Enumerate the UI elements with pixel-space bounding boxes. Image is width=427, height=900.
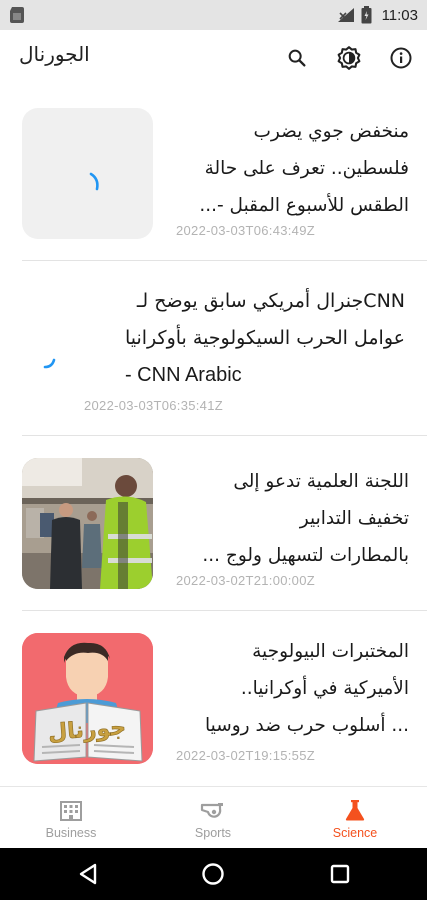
article-card[interactable]: جورنال المختبرات البيولوجية الأميركية في… bbox=[0, 611, 427, 786]
recents-button[interactable] bbox=[326, 860, 354, 888]
article-thumbnail-image bbox=[22, 458, 153, 589]
article-title-line: الطقس للأسبوع المقبل -... bbox=[199, 195, 409, 216]
article-title-line: ... أسلوب حرب ضد روسيا bbox=[205, 715, 409, 736]
article-thumbnail-image: جورنال bbox=[22, 633, 153, 764]
sim-card-icon bbox=[10, 7, 24, 23]
nav-item-sports[interactable]: Sports bbox=[142, 787, 284, 849]
article-title-line: - CNN Arabic bbox=[124, 364, 242, 386]
article-title: CNNجنرال أمريكي سابق يوضح لـ عوامل الحرب… bbox=[125, 283, 405, 394]
system-navigation-bar bbox=[0, 848, 427, 900]
nav-item-business[interactable]: Business bbox=[0, 787, 142, 849]
status-time: 11:03 bbox=[381, 6, 418, 24]
search-button[interactable] bbox=[281, 42, 313, 74]
article-title-line: فلسطين.. تعرف على حالة bbox=[204, 158, 409, 179]
article-title: المختبرات البيولوجية الأميركية في أوكران… bbox=[205, 633, 409, 744]
nav-label: Business bbox=[45, 826, 97, 840]
building-icon bbox=[60, 801, 82, 821]
article-title-line: منخفض جوي يضرب bbox=[253, 121, 409, 142]
home-icon bbox=[202, 863, 224, 885]
app-title: الجورنال bbox=[19, 42, 90, 66]
flask-icon bbox=[345, 800, 365, 821]
nav-label: Sports bbox=[194, 826, 232, 840]
back-icon bbox=[79, 863, 97, 885]
battery-icon bbox=[361, 6, 372, 24]
newspaper-reader-logo: جورنال bbox=[22, 633, 153, 764]
article-title-line: الأميركية في أوكرانيا.. bbox=[240, 678, 409, 699]
app-bar: الجورنال bbox=[0, 30, 427, 86]
status-bar: 11:03 bbox=[0, 0, 427, 30]
article-card[interactable]: منخفض جوي يضرب فلسطين.. تعرف على حالة ال… bbox=[0, 86, 427, 261]
article-date: 2022-03-02T19:15:55Z bbox=[176, 748, 315, 763]
article-thumbnail-loading bbox=[22, 108, 153, 239]
info-button[interactable] bbox=[385, 42, 417, 74]
loading-spinner-icon bbox=[89, 172, 99, 191]
airport-photo bbox=[22, 458, 153, 589]
bottom-navigation: Business Sports Science bbox=[0, 786, 427, 848]
nav-label: Science bbox=[332, 826, 378, 840]
article-title-line: بالمطارات لتسهيل ولوج ... bbox=[202, 545, 409, 566]
whistle-icon bbox=[200, 803, 223, 818]
article-title-line: عوامل الحرب السيكولوجية بأوكرانيا bbox=[124, 327, 405, 349]
info-icon bbox=[390, 47, 412, 69]
article-title-line: تخفيف التدابير bbox=[299, 508, 409, 529]
article-title: اللجنة العلمية تدعو إلى تخفيف التدابير ب… bbox=[202, 463, 409, 574]
recents-icon bbox=[330, 864, 350, 884]
article-card[interactable]: CNNجنرال أمريكي سابق يوضح لـ عوامل الحرب… bbox=[0, 261, 427, 436]
article-list: منخفض جوي يضرب فلسطين.. تعرف على حالة ال… bbox=[0, 86, 427, 786]
signal-icon bbox=[337, 8, 354, 22]
article-date: 2022-03-03T06:43:49Z bbox=[176, 223, 315, 238]
article-title-line: المختبرات البيولوجية bbox=[252, 641, 409, 662]
article-card[interactable]: اللجنة العلمية تدعو إلى تخفيف التدابير ب… bbox=[0, 436, 427, 611]
search-icon bbox=[288, 49, 306, 67]
back-button[interactable] bbox=[74, 860, 102, 888]
article-date: 2022-03-03T06:35:41Z bbox=[84, 398, 223, 413]
nav-item-science[interactable]: Science bbox=[284, 787, 426, 849]
article-title-line: اللجنة العلمية تدعو إلى bbox=[233, 471, 409, 492]
status-icons: 11:03 bbox=[337, 0, 418, 30]
brightness-icon bbox=[337, 46, 361, 70]
article-title: منخفض جوي يضرب فلسطين.. تعرف على حالة ال… bbox=[199, 113, 409, 224]
theme-toggle-button[interactable] bbox=[333, 42, 365, 74]
article-date: 2022-03-02T21:00:00Z bbox=[176, 573, 315, 588]
home-button[interactable] bbox=[199, 860, 227, 888]
article-title-line: CNNجنرال أمريكي سابق يوضح لـ bbox=[136, 290, 405, 312]
loading-spinner-icon bbox=[43, 358, 56, 369]
